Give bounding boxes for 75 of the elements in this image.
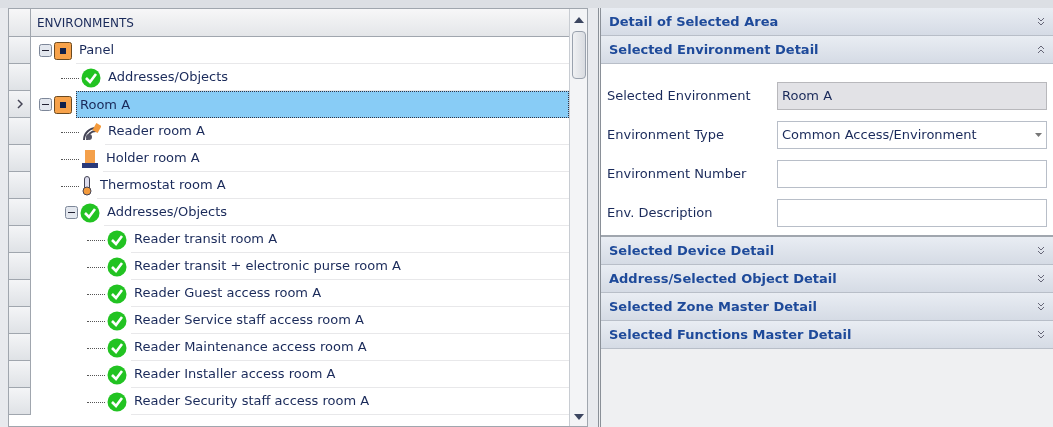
- tree-item[interactable]: Room A: [76, 91, 569, 118]
- readonly-field[interactable]: Room A: [777, 82, 1047, 110]
- tree-item[interactable]: Reader Installer access room A: [131, 361, 569, 388]
- section-header[interactable]: Selected Device Detail: [601, 237, 1053, 265]
- row-header[interactable]: [9, 37, 31, 64]
- row-header[interactable]: [9, 253, 31, 280]
- thermometer-icon: [81, 175, 93, 196]
- dropdown[interactable]: Common Access/Environment: [777, 121, 1047, 149]
- square-icon: [54, 95, 72, 114]
- row-header[interactable]: [9, 334, 31, 361]
- row-header[interactable]: [9, 307, 31, 334]
- check-icon: [107, 229, 127, 250]
- section-header[interactable]: Selected Environment Detail: [601, 36, 1053, 64]
- expand-chevron-icon: [1037, 302, 1045, 311]
- section-header[interactable]: Address/Selected Object Detail: [601, 265, 1053, 293]
- row-header[interactable]: [9, 118, 31, 145]
- row-header[interactable]: [9, 145, 31, 172]
- input-field[interactable]: [777, 199, 1047, 227]
- section-header[interactable]: Selected Functions Master Detail: [601, 321, 1053, 349]
- input-field[interactable]: [777, 160, 1047, 188]
- section-title: Selected Functions Master Detail: [609, 325, 852, 344]
- row-header[interactable]: [9, 226, 31, 253]
- tree-item[interactable]: Reader transit room A: [131, 226, 569, 253]
- row-header[interactable]: [9, 64, 31, 91]
- row-header[interactable]: [9, 388, 31, 415]
- scrollbar[interactable]: [569, 9, 587, 426]
- check-icon: [107, 283, 127, 304]
- row-header[interactable]: [9, 280, 31, 307]
- field-label: Environment Type: [607, 126, 725, 145]
- check-icon: [81, 67, 101, 88]
- row-header[interactable]: [9, 172, 31, 199]
- scroll-up-icon[interactable]: [573, 17, 584, 23]
- check-icon: [107, 391, 127, 412]
- expand-chevron-icon: [1037, 17, 1045, 26]
- section-title: Selected Environment Detail: [609, 40, 819, 59]
- collapse-chevron-icon: [1037, 45, 1045, 54]
- square-icon: [54, 41, 72, 60]
- tree-item[interactable]: Holder room A: [103, 145, 569, 172]
- tree-item[interactable]: Reader Service staff access room A: [131, 307, 569, 334]
- section-header[interactable]: Selected Zone Master Detail: [601, 293, 1053, 321]
- field-label: Environment Number: [607, 165, 748, 184]
- collapse-icon[interactable]: [39, 98, 52, 111]
- check-icon: [107, 364, 127, 385]
- expand-chevron-icon: [1037, 274, 1045, 283]
- section-title: Selected Device Detail: [609, 241, 775, 260]
- tree-item[interactable]: Addresses/Objects: [104, 199, 569, 226]
- collapse-icon[interactable]: [39, 44, 52, 57]
- expand-chevron-icon: [1037, 330, 1045, 339]
- check-icon: [107, 256, 127, 277]
- tree-item[interactable]: Reader Maintenance access room A: [131, 334, 569, 361]
- row-header[interactable]: [9, 199, 31, 226]
- section-header[interactable]: Detail of Selected Area: [601, 8, 1053, 36]
- collapse-icon[interactable]: [65, 206, 78, 219]
- section-title: Selected Zone Master Detail: [609, 297, 817, 316]
- wireless-reader-icon: [81, 122, 101, 141]
- row-header[interactable]: [9, 361, 31, 388]
- check-icon: [107, 337, 127, 358]
- section-title: Detail of Selected Area: [609, 12, 779, 31]
- dropdown-arrow-icon: [1035, 133, 1042, 137]
- tree-item[interactable]: Reader room A: [105, 118, 569, 145]
- section-title: Address/Selected Object Detail: [609, 269, 837, 288]
- expand-chevron-icon: [1037, 246, 1045, 255]
- check-icon: [80, 202, 100, 223]
- tree-item[interactable]: Reader Guest access room A: [131, 280, 569, 307]
- tree-item[interactable]: Panel: [76, 37, 569, 64]
- tree-item[interactable]: Thermostat room A: [97, 172, 569, 199]
- scroll-down-icon[interactable]: [573, 414, 584, 420]
- row-header[interactable]: [9, 91, 31, 118]
- card-holder-icon: [81, 148, 99, 169]
- check-icon: [107, 310, 127, 331]
- tree-item[interactable]: Reader transit + electronic purse room A: [131, 253, 569, 280]
- field-label: Env. Description: [607, 204, 714, 223]
- scroll-thumb[interactable]: [571, 31, 586, 79]
- field-label: Selected Environment: [607, 87, 752, 106]
- tree-item[interactable]: Reader Security staff access room A: [131, 388, 569, 415]
